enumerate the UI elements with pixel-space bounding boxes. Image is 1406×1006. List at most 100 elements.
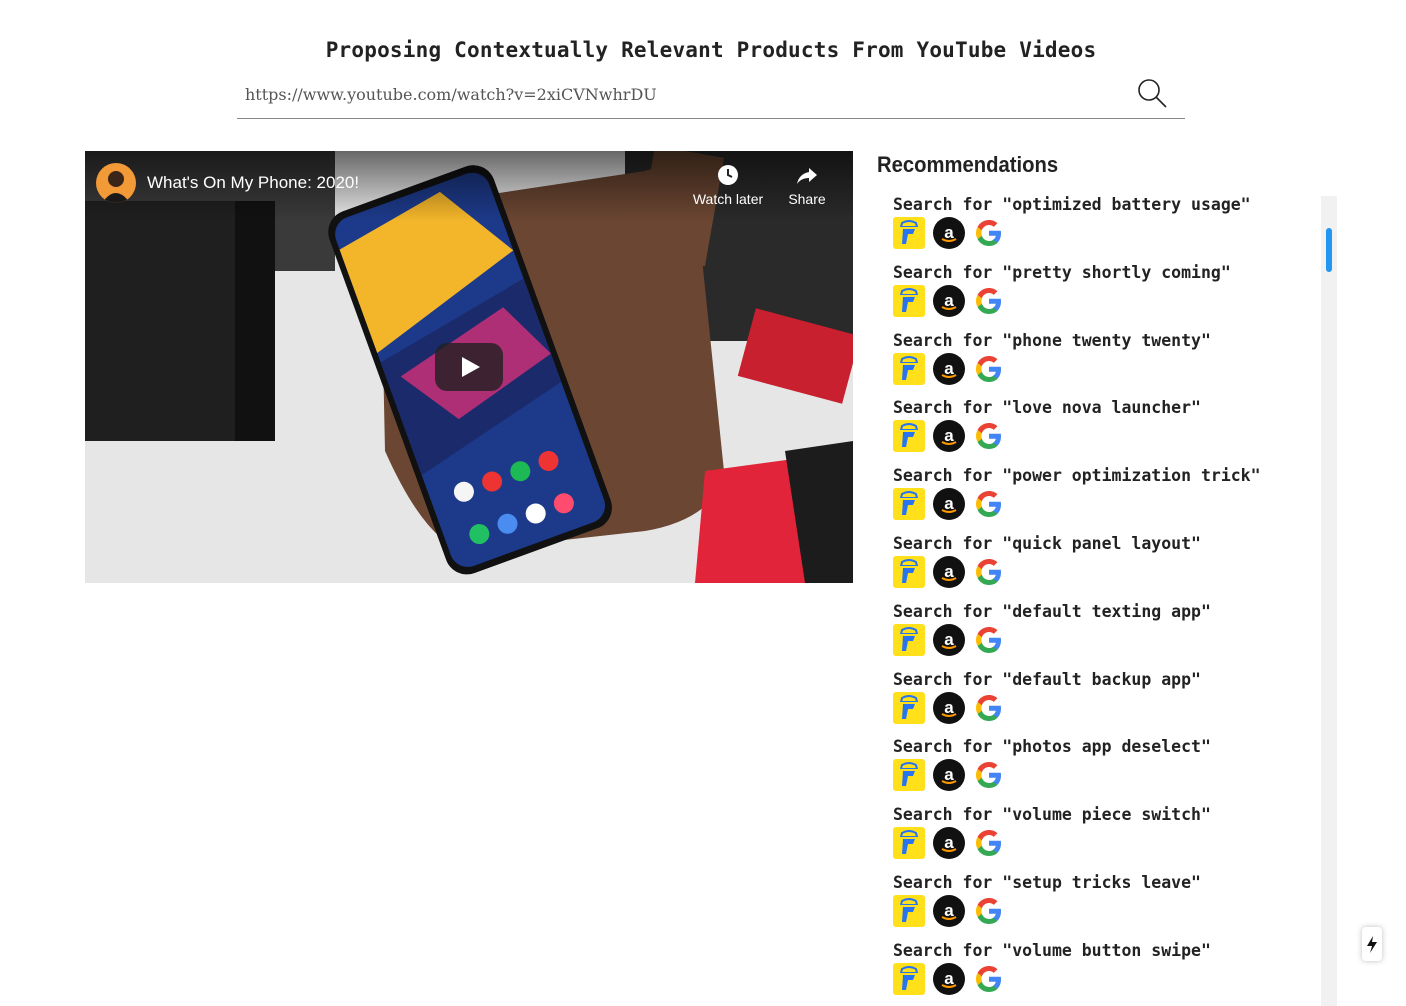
recommendation-label: Search for "photos app deselect" xyxy=(893,737,1211,757)
video-player[interactable]: What's On My Phone: 2020! Watch later Sh… xyxy=(85,151,853,583)
store-links: a xyxy=(893,352,1313,385)
svg-text:a: a xyxy=(944,765,954,784)
recommendation-item: Search for "volume button swipe" a xyxy=(893,942,1313,1006)
store-links: a xyxy=(893,827,1313,860)
amazon-icon[interactable]: a xyxy=(933,827,965,860)
search-bar xyxy=(237,74,1185,119)
share-label: Share xyxy=(788,191,826,207)
google-icon[interactable] xyxy=(973,420,1005,452)
recommendation-label: Search for "quick panel layout" xyxy=(893,533,1201,553)
store-links: a xyxy=(893,759,1313,792)
recommendation-item: Search for "pretty shortly coming" a xyxy=(893,264,1313,332)
watch-later-button[interactable]: Watch later xyxy=(685,163,771,207)
recommendation-label: Search for "default backup app" xyxy=(893,669,1201,689)
recommendations-panel: Search for "optimized battery usage" a Sea… xyxy=(877,196,1337,1006)
watch-later-label: Watch later xyxy=(692,191,764,207)
store-links: a xyxy=(893,284,1313,317)
search-icon[interactable] xyxy=(1135,76,1169,110)
google-icon[interactable] xyxy=(973,217,1005,249)
store-links: a xyxy=(893,420,1313,453)
recommendation-item: Search for "volume piece switch" a xyxy=(893,806,1313,874)
store-links: a xyxy=(893,555,1313,588)
recommendation-label: Search for "setup tricks leave" xyxy=(893,872,1201,892)
svg-text:a: a xyxy=(944,698,954,717)
svg-text:a: a xyxy=(944,562,954,581)
svg-text:a: a xyxy=(944,359,954,378)
amazon-icon[interactable]: a xyxy=(933,488,965,521)
amazon-icon[interactable]: a xyxy=(933,962,965,995)
google-icon[interactable] xyxy=(973,624,1005,656)
amazon-icon[interactable]: a xyxy=(933,555,965,588)
recommendation-label: Search for "optimized battery usage" xyxy=(893,196,1251,214)
flipkart-icon[interactable] xyxy=(893,827,925,860)
google-icon[interactable] xyxy=(973,827,1005,859)
google-icon[interactable] xyxy=(973,556,1005,588)
recommendation-label: Search for "volume button swipe" xyxy=(893,940,1211,960)
flipkart-icon[interactable] xyxy=(893,488,925,521)
google-icon[interactable] xyxy=(973,488,1005,520)
amazon-icon[interactable]: a xyxy=(933,759,965,792)
recommendation-label: Search for "love nova launcher" xyxy=(893,398,1201,418)
amazon-icon[interactable]: a xyxy=(933,420,965,453)
recommendation-item: Search for "love nova launcher" a xyxy=(893,399,1313,467)
flipkart-icon[interactable] xyxy=(893,217,925,249)
recommendation-label: Search for "phone twenty twenty" xyxy=(893,330,1211,350)
recommendation-item: Search for "photos app deselect" a xyxy=(893,738,1313,806)
amazon-icon[interactable]: a xyxy=(933,894,965,927)
amazon-icon[interactable]: a xyxy=(933,623,965,656)
lightning-icon xyxy=(1367,936,1377,953)
page-title: Proposing Contextually Relevant Products… xyxy=(325,38,1097,62)
google-icon[interactable] xyxy=(973,353,1005,385)
amazon-icon[interactable]: a xyxy=(933,217,965,249)
recommendation-item: Search for "default backup app" a xyxy=(893,671,1313,739)
play-button[interactable] xyxy=(435,343,503,391)
dev-indicator-button[interactable] xyxy=(1362,927,1382,961)
svg-text:a: a xyxy=(944,223,954,242)
flipkart-icon[interactable] xyxy=(893,962,925,995)
svg-text:a: a xyxy=(944,291,954,310)
recommendation-item: Search for "default texting app" a xyxy=(893,603,1313,671)
clock-icon xyxy=(718,165,738,185)
video-url-input[interactable] xyxy=(245,80,1125,108)
recommendation-item: Search for "optimized battery usage" a xyxy=(893,196,1313,264)
flipkart-icon[interactable] xyxy=(893,759,925,792)
share-arrow-icon xyxy=(797,168,817,184)
video-title[interactable]: What's On My Phone: 2020! xyxy=(147,173,359,193)
google-icon[interactable] xyxy=(973,285,1005,317)
amazon-icon[interactable]: a xyxy=(933,284,965,317)
google-icon[interactable] xyxy=(973,692,1005,724)
store-links: a xyxy=(893,894,1313,927)
svg-text:a: a xyxy=(944,630,954,649)
recommendation-label: Search for "volume piece switch" xyxy=(893,805,1211,825)
flipkart-icon[interactable] xyxy=(893,555,925,588)
flipkart-icon[interactable] xyxy=(893,420,925,453)
svg-text:a: a xyxy=(944,426,954,445)
flipkart-icon[interactable] xyxy=(893,352,925,385)
amazon-icon[interactable]: a xyxy=(933,691,965,724)
store-links: a xyxy=(893,488,1313,521)
recommendations-heading: Recommendations xyxy=(877,152,1059,177)
flipkart-icon[interactable] xyxy=(893,691,925,724)
recommendations-list: Search for "optimized battery usage" a Sea… xyxy=(893,196,1313,1006)
amazon-icon[interactable]: a xyxy=(933,352,965,385)
recommendation-item: Search for "setup tricks leave" a xyxy=(893,874,1313,942)
recommendation-label: Search for "default texting app" xyxy=(893,601,1211,621)
flipkart-icon[interactable] xyxy=(893,623,925,656)
store-links: a xyxy=(893,217,1313,249)
flipkart-icon[interactable] xyxy=(893,284,925,317)
svg-text:a: a xyxy=(944,833,954,852)
share-button[interactable]: Share xyxy=(780,163,834,207)
store-links: a xyxy=(893,962,1313,995)
channel-avatar[interactable] xyxy=(96,163,136,203)
google-icon[interactable] xyxy=(973,895,1005,927)
google-icon[interactable] xyxy=(973,963,1005,995)
scrollbar-thumb[interactable] xyxy=(1326,228,1332,272)
google-icon[interactable] xyxy=(973,759,1005,791)
recommendation-item: Search for "power optimization trick" a xyxy=(893,467,1313,535)
recommendation-item: Search for "quick panel layout" a xyxy=(893,535,1313,603)
svg-text:a: a xyxy=(944,969,954,988)
store-links: a xyxy=(893,691,1313,724)
scrollbar[interactable] xyxy=(1321,196,1337,1006)
recommendation-label: Search for "pretty shortly coming" xyxy=(893,262,1231,282)
flipkart-icon[interactable] xyxy=(893,894,925,927)
